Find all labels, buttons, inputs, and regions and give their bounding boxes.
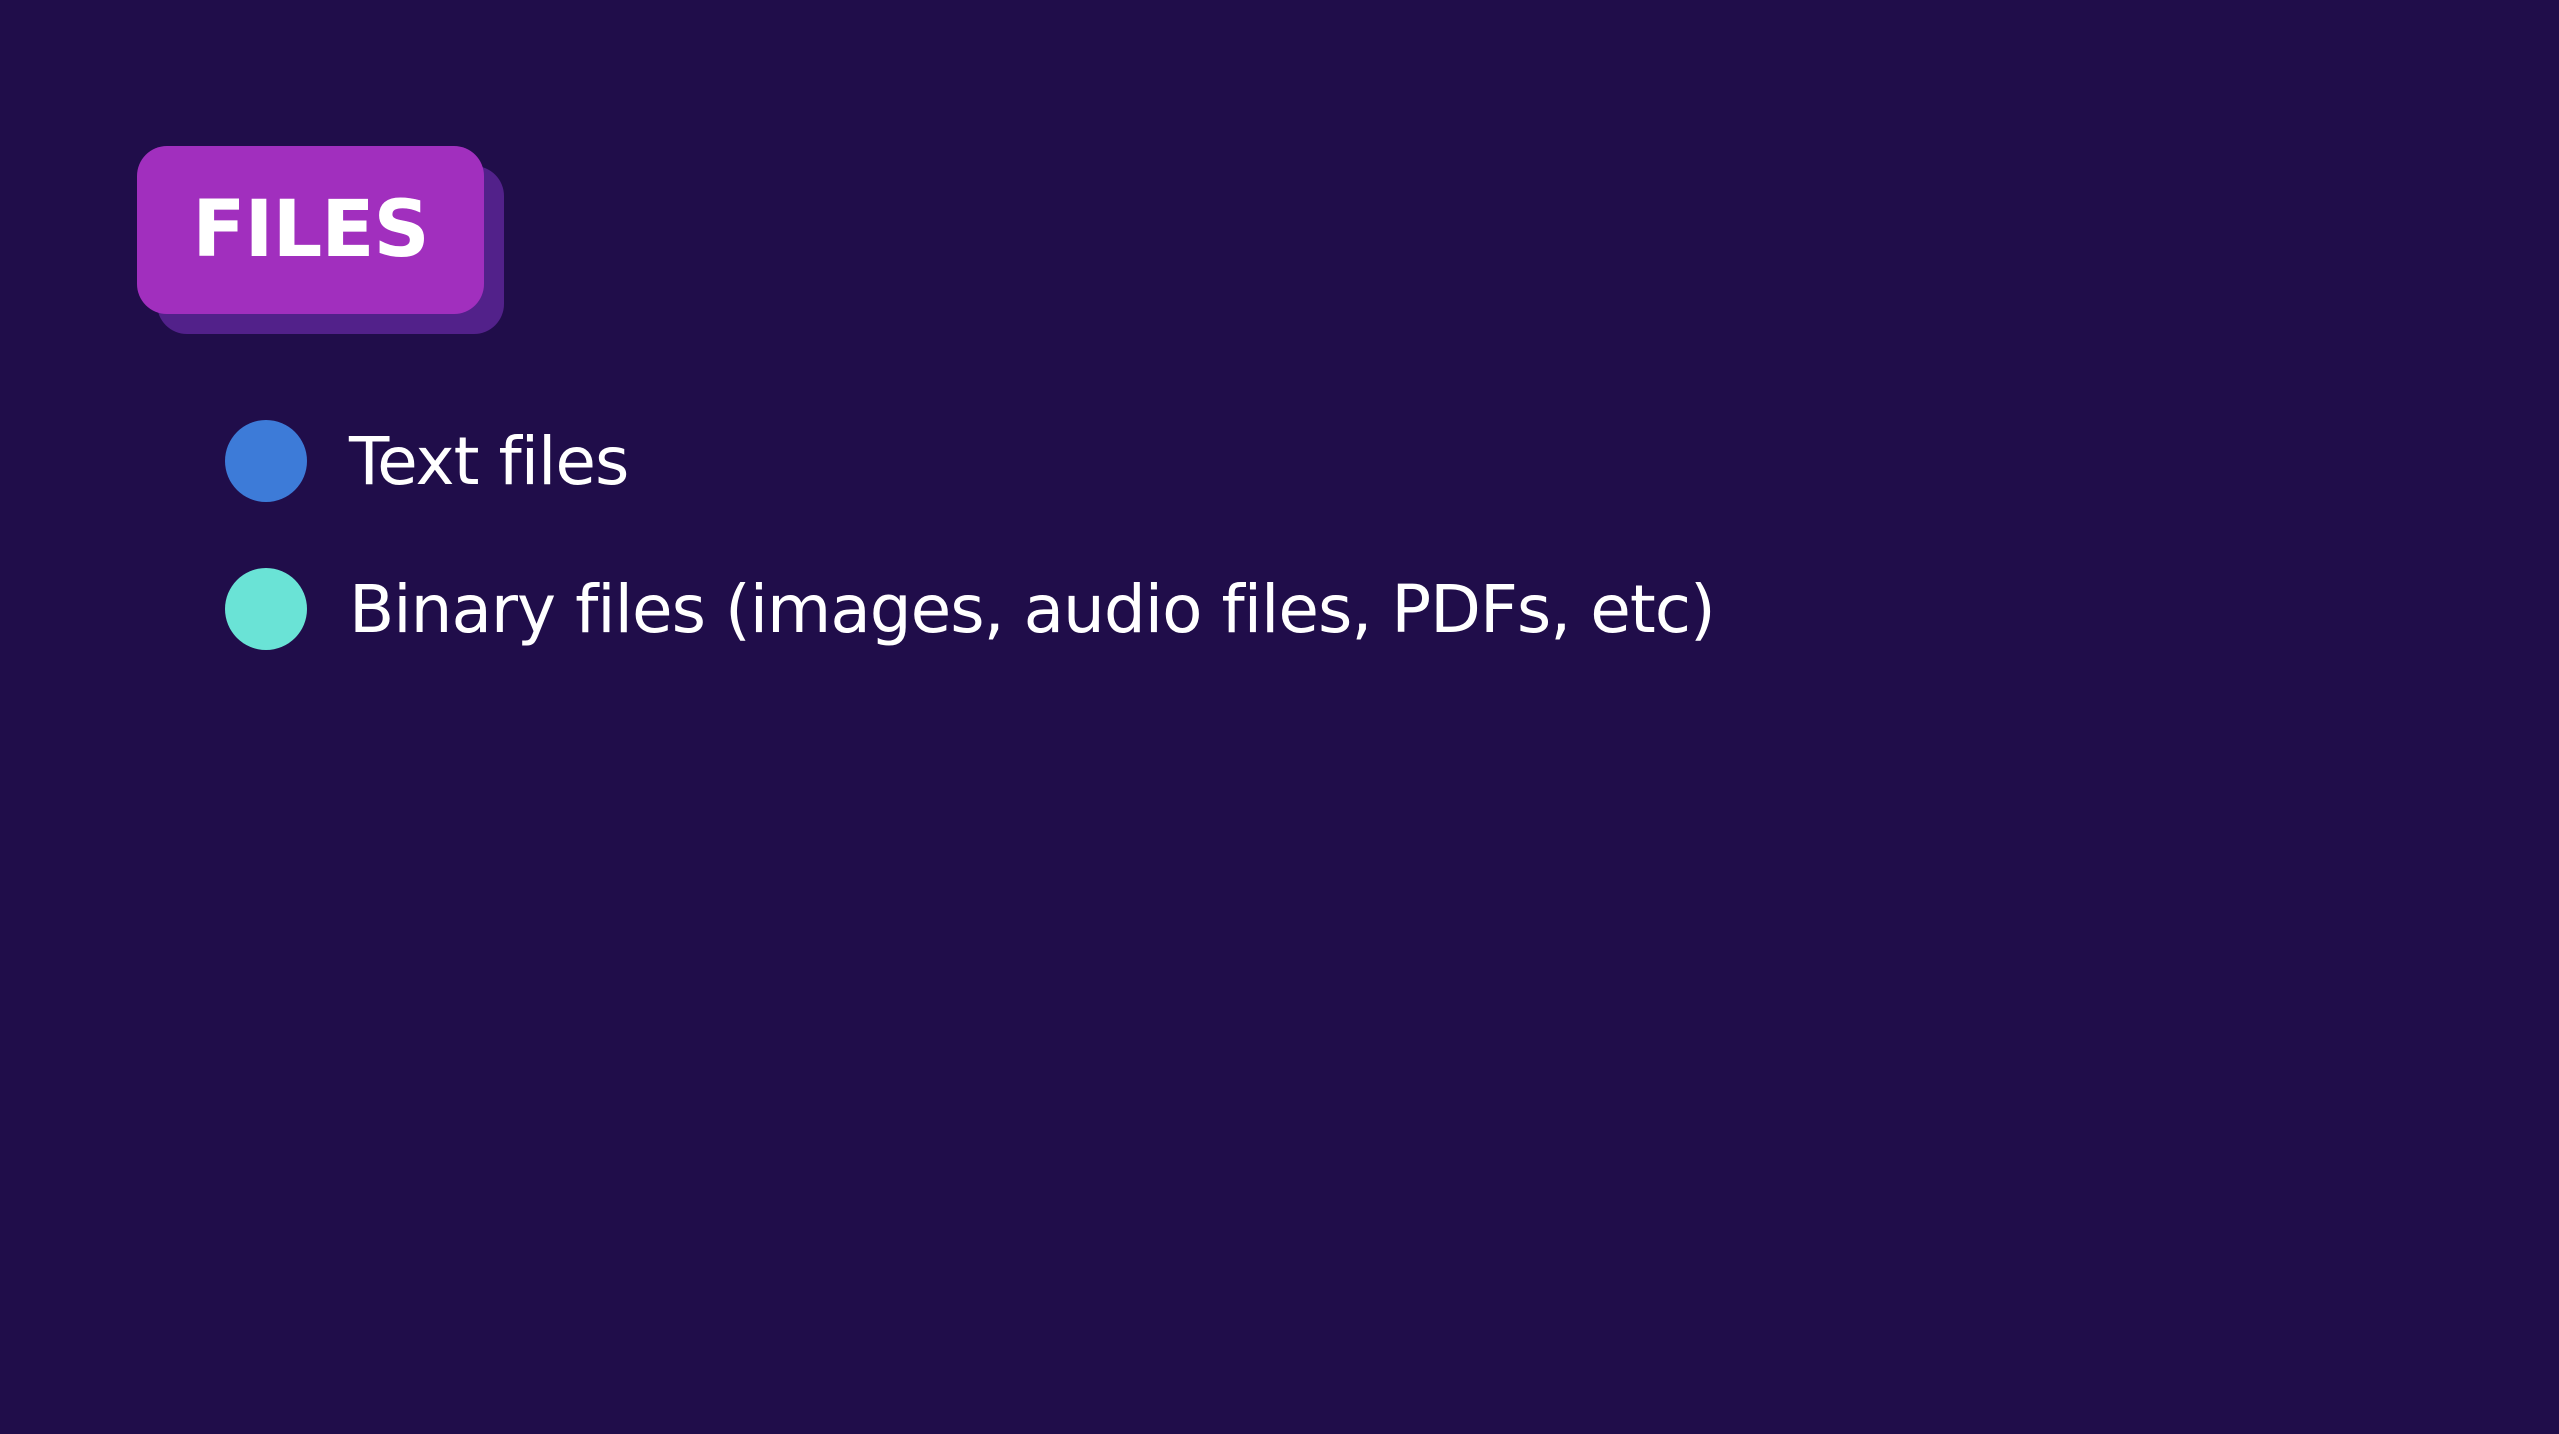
slide: FILES Text files Binary files (images, a… xyxy=(0,0,2559,1434)
bullet-text: Text files xyxy=(349,422,629,500)
title-badge: FILES xyxy=(137,146,504,334)
bullet-item-text-files: Text files xyxy=(225,420,1715,502)
bullet-list: Text files Binary files (images, audio f… xyxy=(225,420,1716,716)
title-badge-face: FILES xyxy=(137,146,484,314)
bullet-dot-icon xyxy=(225,568,307,650)
bullet-item-binary-files: Binary files (images, audio files, PDFs,… xyxy=(225,568,1716,650)
bullet-dot-icon xyxy=(225,420,307,502)
slide-title: FILES xyxy=(192,185,429,275)
bullet-text: Binary files (images, audio files, PDFs,… xyxy=(349,570,1716,648)
